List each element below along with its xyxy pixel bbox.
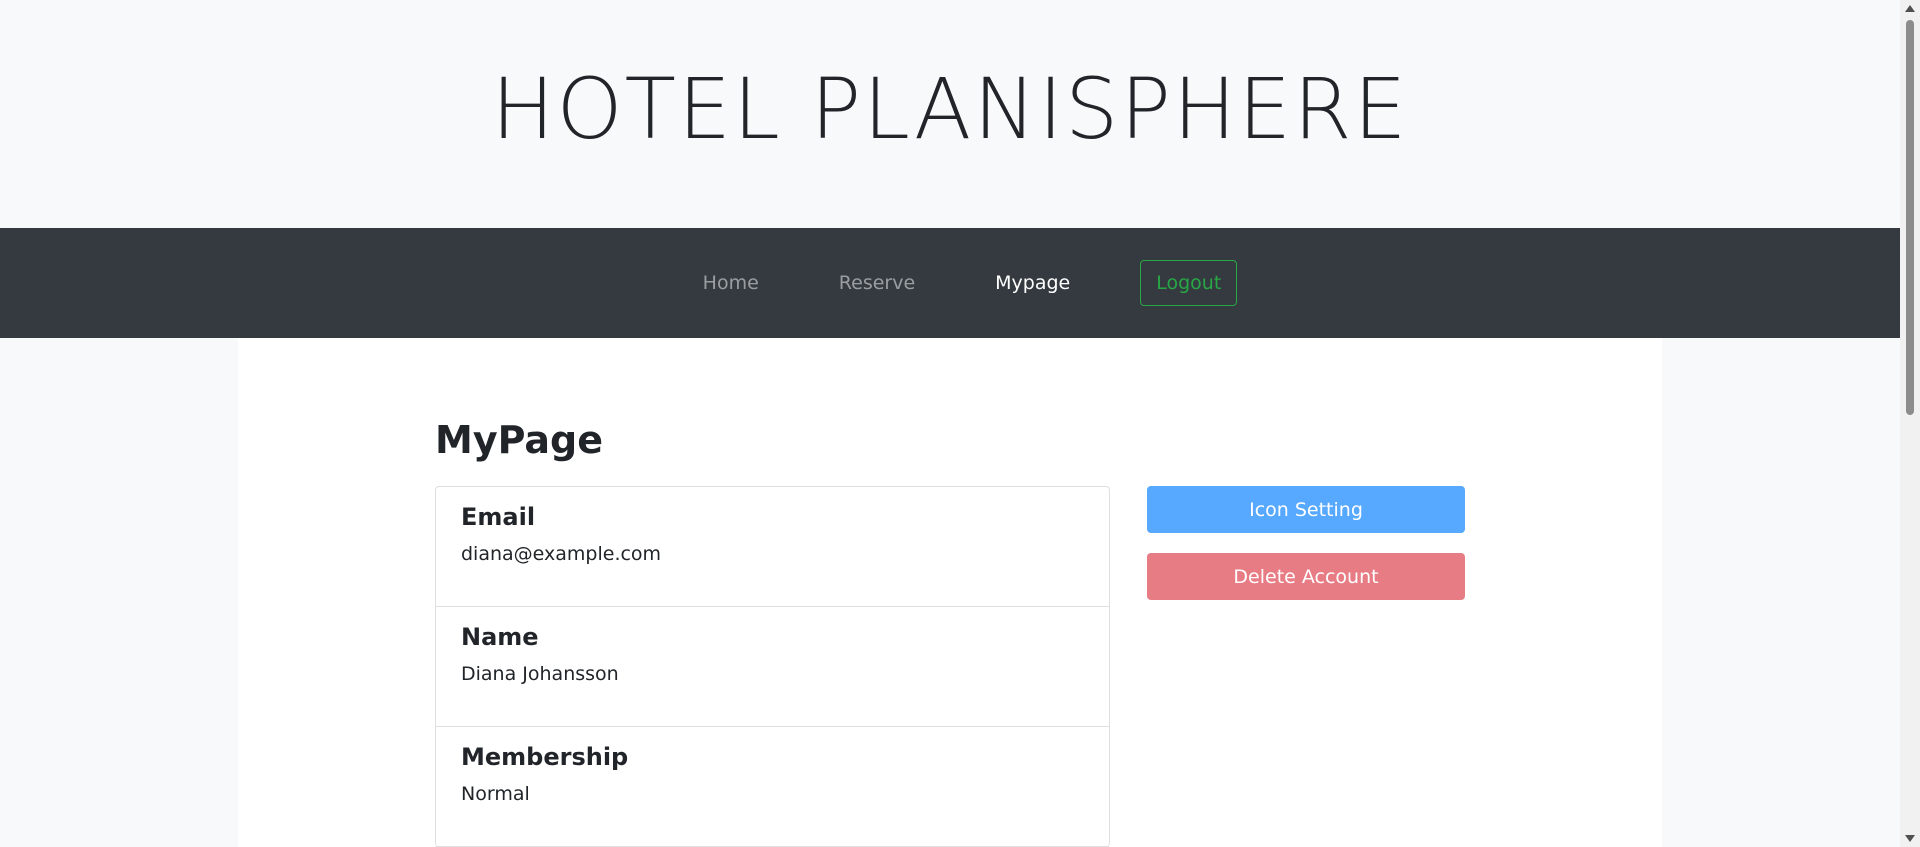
site-title: HOTEL PLANISPHERE — [491, 60, 1409, 158]
name-item: Name Diana Johansson — [436, 607, 1109, 727]
name-label: Name — [461, 623, 539, 651]
nav-list: Home Reserve Mypage Logout — [663, 260, 1238, 306]
nav-home-link[interactable]: Home — [703, 272, 759, 294]
page: HOTEL PLANISPHERE Home Reserve Mypage Lo… — [0, 0, 1920, 847]
vertical-scrollbar[interactable] — [1900, 0, 1920, 847]
logout-button[interactable]: Logout — [1140, 260, 1238, 306]
email-label: Email — [461, 503, 536, 531]
membership-value: Normal — [461, 783, 530, 805]
name-value: Diana Johansson — [461, 663, 619, 685]
delete-account-button[interactable]: Delete Account — [1147, 553, 1465, 600]
main-content: MyPage Email diana@example.com Name Dian… — [238, 338, 1662, 847]
nav-reserve-link[interactable]: Reserve — [839, 272, 915, 294]
profile-info-list: Email diana@example.com Name Diana Johan… — [435, 486, 1110, 847]
membership-item: Membership Normal — [436, 727, 1109, 847]
scroll-thumb[interactable] — [1906, 20, 1914, 415]
nav-mypage-link[interactable]: Mypage — [995, 272, 1070, 294]
page-title: MyPage — [435, 418, 604, 462]
email-value: diana@example.com — [461, 543, 662, 565]
action-buttons: Icon Setting Delete Account — [1147, 486, 1465, 620]
hero-header: HOTEL PLANISPHERE — [0, 0, 1900, 228]
scroll-down-arrow-icon[interactable] — [1905, 835, 1915, 842]
icon-setting-button[interactable]: Icon Setting — [1147, 486, 1465, 533]
navbar: Home Reserve Mypage Logout — [0, 228, 1900, 338]
membership-label: Membership — [461, 743, 629, 771]
scroll-up-arrow-icon[interactable] — [1905, 5, 1915, 12]
email-item: Email diana@example.com — [436, 487, 1109, 607]
